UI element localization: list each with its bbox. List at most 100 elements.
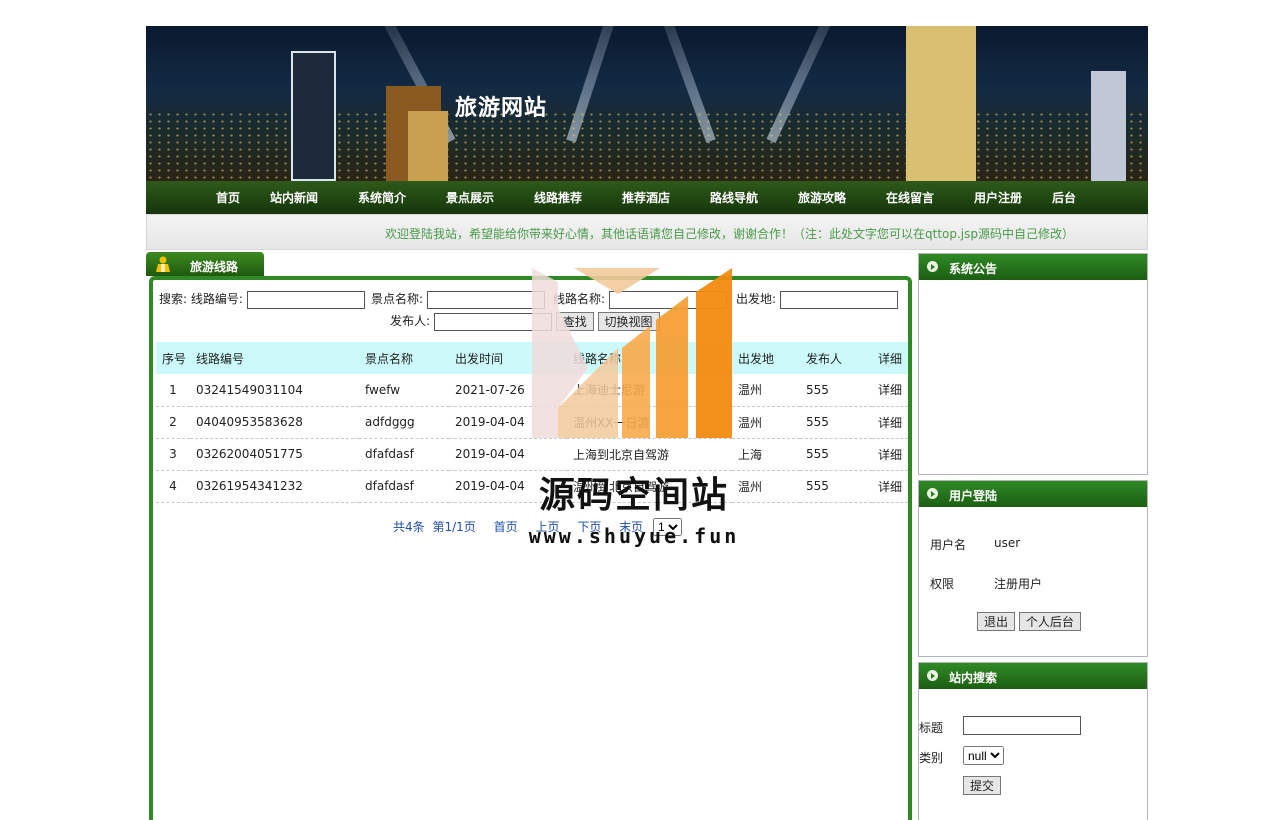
spot-name-label: 景点名称: xyxy=(371,292,424,306)
col-header-spot: 景点名称 xyxy=(359,342,449,374)
arrow-right-icon xyxy=(927,261,938,272)
nav-item-hotels[interactable]: 推荐酒店 xyxy=(622,189,670,206)
cell-num: 2 xyxy=(156,406,190,439)
pager-prev-link[interactable]: 上页 xyxy=(535,520,559,534)
table-row: 4 03261954341232 dfafdasf 2019-04-04 温州到… xyxy=(156,470,908,503)
username-value: user xyxy=(994,536,1021,550)
cell-publisher: 555 xyxy=(800,438,872,471)
main-nav: 首页 站内新闻 系统简介 景点展示 线路推荐 推荐酒店 路线导航 旅游攻略 在线… xyxy=(146,181,1148,214)
cell-from: 上海 xyxy=(732,438,800,471)
notice-box: 系统公告 xyxy=(918,253,1148,475)
cell-spot: fwefw xyxy=(359,374,449,407)
site-title: 旅游网站 xyxy=(455,95,548,121)
cell-publisher: 555 xyxy=(800,406,872,439)
cell-name: 上海到北京自驾游 xyxy=(567,438,732,471)
cell-from: 温州 xyxy=(732,406,800,439)
arrow-right-icon xyxy=(927,670,938,681)
cell-spot: adfdggg xyxy=(359,406,449,439)
route-name-input[interactable] xyxy=(608,290,727,309)
page-select[interactable]: 1 xyxy=(653,518,682,536)
detail-link[interactable]: 详细 xyxy=(872,374,908,407)
col-header-publisher: 发布人 xyxy=(800,342,872,374)
page-wrapper: 旅游网站 首页 站内新闻 系统简介 景点展示 线路推荐 推荐酒店 路线导航 旅游… xyxy=(146,26,1148,820)
logout-button[interactable]: 退出 xyxy=(977,612,1016,631)
search-title-label: 标题 xyxy=(919,721,944,735)
cell-name: 温州到北京自驾游 xyxy=(567,470,732,503)
pager-next-link[interactable]: 下页 xyxy=(577,520,601,534)
login-title: 用户登陆 xyxy=(949,489,998,503)
pager-total: 共4条 xyxy=(393,520,425,534)
cell-time: 2019-04-04 xyxy=(449,470,567,503)
nav-item-navigation[interactable]: 路线导航 xyxy=(710,189,758,206)
cell-spot: dfafdasf xyxy=(359,438,449,471)
departure-input[interactable] xyxy=(779,290,898,309)
col-header-num: 序号 xyxy=(156,342,190,374)
site-search-box: 站内搜索 标题 类别 null 提交 xyxy=(918,662,1148,820)
col-header-from: 出发地 xyxy=(732,342,800,374)
search-prefix: 搜索: xyxy=(159,292,188,306)
cell-num: 1 xyxy=(156,374,190,407)
cell-name: 上海迪士尼游 xyxy=(567,374,732,407)
cell-publisher: 555 xyxy=(800,470,872,503)
search-button[interactable]: 查找 xyxy=(555,312,594,331)
publisher-input[interactable] xyxy=(433,312,552,331)
login-box: 用户登陆 用户名 user 权限 注册用户 退出 个人后台 xyxy=(918,480,1148,657)
cell-time: 2019-04-04 xyxy=(449,438,567,471)
cell-code: 03241549031104 xyxy=(190,374,359,407)
pager-page: 第1/1页 xyxy=(432,520,476,534)
table-header-row: 序号 线路编号 景点名称 出发时间 线路名称 出发地 发布人 详细 xyxy=(156,342,908,374)
search-type-select[interactable]: null xyxy=(963,746,1004,765)
cell-time: 2021-07-26 xyxy=(449,374,567,407)
publisher-label: 发布人: xyxy=(390,314,431,328)
table-row: 3 03262004051775 dfafdasf 2019-04-04 上海到… xyxy=(156,438,908,471)
route-code-input[interactable] xyxy=(246,290,365,309)
col-header-detail: 详细 xyxy=(872,342,908,374)
nav-item-about[interactable]: 系统简介 xyxy=(358,189,406,206)
departure-label: 出发地: xyxy=(736,292,777,306)
cell-time: 2019-04-04 xyxy=(449,406,567,439)
nav-item-messages[interactable]: 在线留言 xyxy=(886,189,934,206)
detail-link[interactable]: 详细 xyxy=(872,470,908,503)
table-row: 1 03241549031104 fwefw 2021-07-26 上海迪士尼游… xyxy=(156,374,908,407)
detail-link[interactable]: 详细 xyxy=(872,438,908,471)
nav-item-spots[interactable]: 景点展示 xyxy=(446,189,494,206)
notice-header: 系统公告 xyxy=(919,254,1147,280)
route-code-label: 线路编号: xyxy=(190,292,243,306)
search-type-label: 类别 xyxy=(919,751,944,765)
personal-backend-button[interactable]: 个人后台 xyxy=(1018,612,1081,631)
route-panel-tab: 旅游线路 xyxy=(146,252,264,276)
login-header: 用户登陆 xyxy=(919,481,1147,507)
cell-spot: dfafdasf xyxy=(359,470,449,503)
cell-code: 04040953583628 xyxy=(190,406,359,439)
cell-code: 03262004051775 xyxy=(190,438,359,471)
cell-from: 温州 xyxy=(732,470,800,503)
spot-name-input[interactable] xyxy=(426,290,545,309)
cell-code: 03261954341232 xyxy=(190,470,359,503)
route-panel-title: 旅游线路 xyxy=(190,260,239,274)
nav-item-news[interactable]: 站内新闻 xyxy=(270,189,318,206)
pagination: 共4条 第1/1页 首页 上页 下页 末页 1 xyxy=(393,518,682,536)
submit-button[interactable]: 提交 xyxy=(963,776,1002,795)
col-header-time: 出发时间 xyxy=(449,342,567,374)
pager-first-link[interactable]: 首页 xyxy=(494,520,518,534)
nav-item-routes[interactable]: 线路推荐 xyxy=(534,189,582,206)
nav-item-guides[interactable]: 旅游攻略 xyxy=(798,189,846,206)
detail-link[interactable]: 详细 xyxy=(872,406,908,439)
nav-item-home[interactable]: 首页 xyxy=(216,189,240,206)
table-row: 2 04040953583628 adfdggg 2019-04-04 温州XX… xyxy=(156,406,908,439)
site-search-header: 站内搜索 xyxy=(919,663,1147,689)
search-title-input[interactable] xyxy=(963,716,1081,735)
cell-publisher: 555 xyxy=(800,374,872,407)
route-panel-body: 搜索: 线路编号: 景点名称: 线路名称: 出发地: 发布人: 查找 切换视图 … xyxy=(149,276,912,820)
site-banner: 旅游网站 xyxy=(146,26,1148,181)
notice-title: 系统公告 xyxy=(949,262,998,276)
welcome-marquee: 欢迎登陆我站，希望能给你带来好心情，其他话语请您自己修改，谢谢合作！（注：此处文… xyxy=(146,214,1148,250)
cell-num: 3 xyxy=(156,438,190,471)
route-panel: 旅游线路 搜索: 线路编号: 景点名称: 线路名称: 出发地: 发布人: 查找 … xyxy=(146,252,912,820)
pager-last-link[interactable]: 末页 xyxy=(619,520,643,534)
cell-num: 4 xyxy=(156,470,190,503)
routes-table: 序号 线路编号 景点名称 出发时间 线路名称 出发地 发布人 详细 1 0324… xyxy=(156,342,908,503)
switch-view-button[interactable]: 切换视图 xyxy=(597,312,660,331)
nav-item-register[interactable]: 用户注册 xyxy=(974,189,1022,206)
nav-item-admin[interactable]: 后台 xyxy=(1052,189,1076,206)
